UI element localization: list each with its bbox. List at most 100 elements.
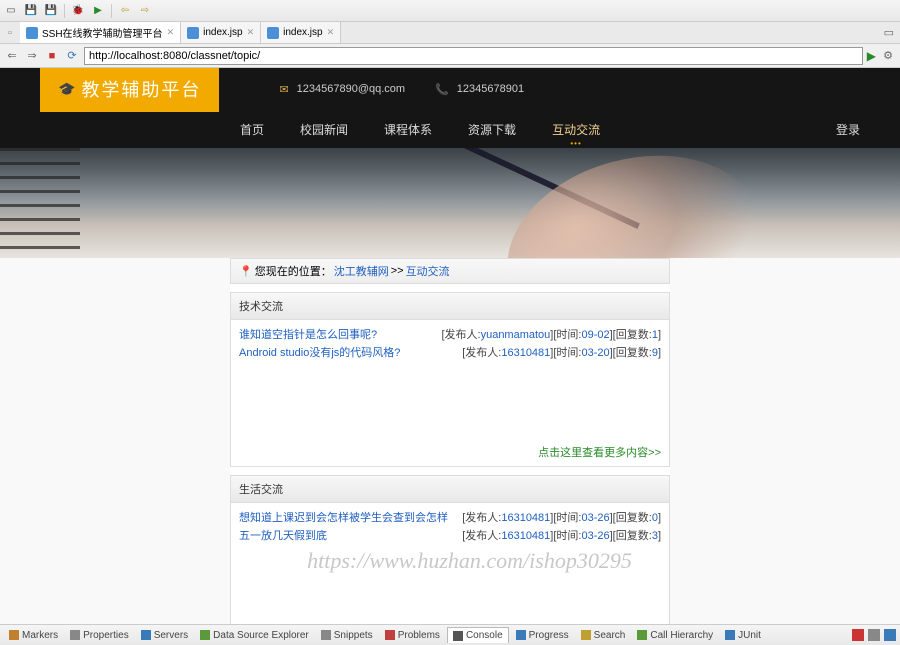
new-icon[interactable]: ▭ xyxy=(4,4,18,18)
post-replies-link[interactable]: 0 xyxy=(652,512,658,524)
forum-section: 技术交流谁知道空指针是怎么回事呢?[发布人:yuanmamatou][时间:09… xyxy=(230,292,670,467)
breadcrumb-link-home[interactable]: 沈工教辅网 xyxy=(334,263,389,279)
bottom-tab-label: Call Hierarchy xyxy=(650,630,713,641)
bottom-tab-label: JUnit xyxy=(738,630,761,641)
nav-item[interactable]: 资源下载 xyxy=(468,121,516,138)
editor-tabs: SSH在线教学辅助管理平台✕index.jsp✕index.jsp✕ xyxy=(20,22,341,43)
post-replies-link[interactable]: 3 xyxy=(652,530,658,542)
breadcrumb: 📍 您现在的位置： 沈工教辅网 >> 互动交流 xyxy=(230,258,670,284)
post-row: 想知道上课迟到会怎样被学生会查到会怎样[发布人:16310481][时间:03-… xyxy=(239,509,661,527)
forward-button[interactable]: ⇒ xyxy=(24,48,40,64)
browser-viewport: 🎓 教学辅助平台 ✉ 1234567890@qq.com 📞 123456789… xyxy=(0,68,900,624)
bottom-tab[interactable]: Properties xyxy=(65,627,134,643)
post-user-link[interactable]: 16310481 xyxy=(501,530,550,542)
hero-banner xyxy=(0,148,900,258)
display-console-icon[interactable] xyxy=(884,629,896,641)
bottom-tab-label: Data Source Explorer xyxy=(213,630,309,641)
go-button[interactable]: ▶ xyxy=(867,49,876,63)
url-input[interactable] xyxy=(84,47,863,65)
console-toolbar xyxy=(852,629,896,641)
post-date-link[interactable]: 03-20 xyxy=(581,347,609,359)
bottom-tab[interactable]: Data Source Explorer xyxy=(195,627,314,643)
post-title-link[interactable]: 想知道上课迟到会怎样被学生会查到会怎样 xyxy=(239,509,448,527)
clear-console-icon[interactable] xyxy=(852,629,864,641)
close-icon[interactable]: ✕ xyxy=(167,27,175,38)
nav-item[interactable]: 校园新闻 xyxy=(300,121,348,138)
post-title-link[interactable]: 五一放几天假到底 xyxy=(239,527,327,545)
bottom-tab-label: Progress xyxy=(529,630,569,641)
post-date-link[interactable]: 03-26 xyxy=(581,512,609,524)
maximize-icon[interactable]: ▭ xyxy=(884,26,894,39)
site-logo[interactable]: 🎓 教学辅助平台 xyxy=(40,68,219,112)
site-header: 🎓 教学辅助平台 ✉ 1234567890@qq.com 📞 123456789… xyxy=(0,68,900,148)
post-replies-link[interactable]: 9 xyxy=(652,347,658,359)
ide-bottom-bar: Markers Properties Servers Data Source Expl… xyxy=(0,624,900,645)
ide-main-toolbar: ▭ 💾 💾 🐞 ▶ ⇦ ⇨ xyxy=(0,0,900,22)
bottom-tab[interactable]: Markers xyxy=(4,627,63,643)
nav-item[interactable]: 课程体系 xyxy=(384,121,432,138)
editor-tab[interactable]: index.jsp✕ xyxy=(181,22,261,43)
more-link[interactable]: 点击这里查看更多内容>> xyxy=(538,447,661,459)
graduation-cap-icon: 🎓 xyxy=(58,81,77,98)
nav-item[interactable]: 互动交流 xyxy=(552,121,600,138)
run-icon[interactable]: ▶ xyxy=(91,4,105,18)
section-header: 生活交流 xyxy=(231,476,669,503)
refresh-button[interactable]: ⟳ xyxy=(64,48,80,64)
location-icon: 📍 xyxy=(239,265,253,278)
contact-phone: 📞 12345678901 xyxy=(435,83,524,96)
section-footer: 点击这里查看更多内容>> xyxy=(231,440,669,466)
back-icon[interactable]: ⇦ xyxy=(118,4,132,18)
phone-icon: 📞 xyxy=(435,83,449,96)
separator xyxy=(64,4,65,18)
bottom-tab[interactable]: Problems xyxy=(380,627,445,643)
bottom-tab-label: Console xyxy=(466,630,503,641)
phone-text: 12345678901 xyxy=(457,83,524,95)
save-all-icon[interactable]: 💾 xyxy=(44,4,58,18)
post-title-link[interactable]: 谁知道空指针是怎么回事呢? xyxy=(239,326,377,344)
post-meta: [发布人:yuanmamatou][时间:09-02][回复数:1] xyxy=(441,326,661,344)
view-icon xyxy=(516,630,526,640)
stop-button[interactable]: ■ xyxy=(44,48,60,64)
view-icon xyxy=(581,630,591,640)
post-row: Android studio没有js的代码风格? [发布人:16310481][时… xyxy=(239,344,661,362)
save-icon[interactable]: 💾 xyxy=(24,4,38,18)
email-text: 1234567890@qq.com xyxy=(297,83,405,95)
post-user-link[interactable]: 16310481 xyxy=(501,512,550,524)
post-user-link[interactable]: 16310481 xyxy=(501,347,550,359)
contact-email: ✉ 1234567890@qq.com xyxy=(279,83,405,96)
editor-tab[interactable]: index.jsp✕ xyxy=(261,22,341,43)
debug-icon[interactable]: 🐞 xyxy=(71,4,85,18)
back-button[interactable]: ⇐ xyxy=(4,48,20,64)
post-date-link[interactable]: 09-02 xyxy=(581,329,609,341)
bottom-tab[interactable]: Console xyxy=(447,627,509,643)
bottom-tab[interactable]: Snippets xyxy=(316,627,378,643)
bottom-tab-label: Markers xyxy=(22,630,58,641)
post-row: 五一放几天假到底[发布人:16310481][时间:03-26][回复数:3] xyxy=(239,527,661,545)
bottom-tab[interactable]: Call Hierarchy xyxy=(632,627,718,643)
post-meta: [发布人:16310481][时间:03-20][回复数:9] xyxy=(462,344,661,362)
browser-url-bar: ⇐ ⇒ ■ ⟳ ▶ ⚙ xyxy=(0,44,900,68)
bottom-tab[interactable]: Search xyxy=(576,627,631,643)
post-title-link[interactable]: Android studio没有js的代码风格? xyxy=(239,344,400,362)
login-link[interactable]: 登录 xyxy=(836,121,860,138)
toggle-panel-icon[interactable]: ▫ xyxy=(0,27,20,39)
bottom-tab[interactable]: JUnit xyxy=(720,627,766,643)
bottom-tab[interactable]: Servers xyxy=(136,627,193,643)
post-replies-link[interactable]: 1 xyxy=(652,329,658,341)
editor-tab[interactable]: SSH在线教学辅助管理平台✕ xyxy=(20,22,181,43)
nav-item[interactable]: 首页 xyxy=(240,121,264,138)
pen-graphic xyxy=(456,148,640,229)
bottom-tab-label: Properties xyxy=(83,630,129,641)
post-date-link[interactable]: 03-26 xyxy=(581,530,609,542)
bottom-tab[interactable]: Progress xyxy=(511,627,574,643)
pin-console-icon[interactable] xyxy=(868,629,880,641)
post-user-link[interactable]: yuanmamatou xyxy=(481,329,551,341)
settings-icon[interactable]: ⚙ xyxy=(880,48,896,64)
close-icon[interactable]: ✕ xyxy=(247,27,255,38)
forward-icon[interactable]: ⇨ xyxy=(138,4,152,18)
view-icon xyxy=(725,630,735,640)
separator xyxy=(111,4,112,18)
breadcrumb-link-current[interactable]: 互动交流 xyxy=(406,263,450,279)
view-icon xyxy=(453,631,463,641)
close-icon[interactable]: ✕ xyxy=(327,27,335,38)
